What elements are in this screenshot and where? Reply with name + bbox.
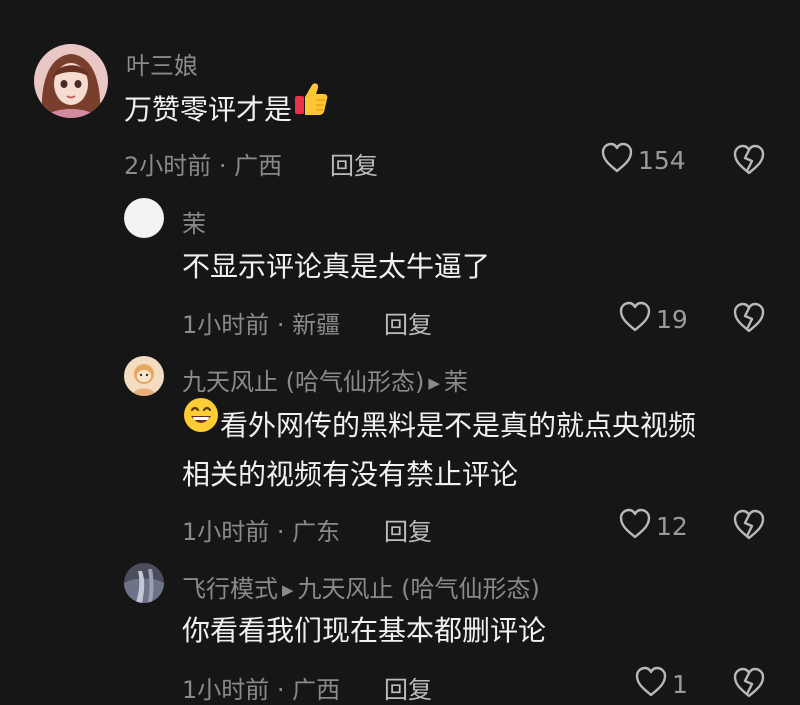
thumbs-up-icon (292, 83, 330, 138)
timestamp: 2小时前 (124, 152, 212, 180)
like-button[interactable]: 154 (600, 142, 686, 178)
location: 新疆 (292, 311, 341, 339)
username[interactable]: 飞行模式 ▶ 九天风止 (哈气仙形态) (182, 569, 540, 604)
username[interactable]: 九天风止 (哈气仙形态) ▶ 茉 (182, 362, 468, 397)
reply-button[interactable]: 回复 (330, 146, 378, 181)
username[interactable]: 茉 (182, 204, 206, 239)
like-count: 1 (672, 669, 688, 699)
like-count: 12 (656, 511, 688, 541)
username[interactable]: 叶三娘 (126, 46, 198, 81)
reply-arrow-icon: ▶ (282, 581, 294, 599)
comment-text: 你看看我们现在基本都删评论 (182, 614, 547, 647)
username-text: 飞行模式 (182, 575, 278, 603)
location: 广东 (292, 518, 341, 546)
like-button[interactable]: 12 (618, 508, 688, 544)
avatar[interactable] (124, 356, 164, 396)
username-text: 九天风止 (哈气仙形态) (182, 368, 425, 396)
dislike-button[interactable] (732, 144, 766, 180)
location: 广西 (234, 152, 283, 180)
timestamp: 1小时前 (182, 676, 270, 704)
dislike-button[interactable] (732, 509, 766, 545)
heart-icon (634, 666, 668, 702)
broken-heart-icon (733, 667, 765, 698)
timestamp: 1小时前 (182, 518, 270, 546)
comment-text: 万赞零评才是 (124, 83, 330, 138)
avatar[interactable] (34, 44, 108, 118)
reply-button[interactable]: 回复 (384, 305, 432, 340)
comment-text-line2: 相关的视频有没有禁止评论 (182, 458, 519, 491)
timestamp: 1小时前 (182, 311, 270, 339)
reply-to-user[interactable]: 九天风止 (哈气仙形态) (298, 575, 540, 603)
comment-text-content: 万赞零评才是 (124, 93, 293, 126)
heart-icon (618, 508, 652, 544)
broken-heart-icon (733, 302, 765, 333)
location: 广西 (292, 676, 341, 704)
comment-meta: 2小时前 · 广西 (124, 152, 283, 180)
reply-button[interactable]: 回复 (384, 512, 432, 547)
heart-icon (600, 142, 634, 178)
comment-text-line1: 看外网传的黑料是不是真的就点央视频 (220, 409, 697, 442)
like-button[interactable]: 1 (634, 666, 688, 702)
heart-icon (618, 301, 652, 337)
reply-button[interactable]: 回复 (384, 670, 432, 705)
avatar[interactable] (124, 563, 164, 603)
dislike-button[interactable] (732, 667, 766, 703)
like-count: 19 (656, 304, 688, 334)
avatar[interactable] (124, 198, 164, 238)
dislike-button[interactable] (732, 302, 766, 338)
like-count: 154 (638, 145, 686, 175)
reply-arrow-icon: ▶ (428, 374, 440, 392)
grinning-face-icon (182, 398, 220, 454)
comment-text: 不显示评论真是太牛逼了 (182, 250, 491, 283)
comment-text: 看外网传的黑料是不是真的就点央视频 (182, 398, 697, 454)
comment-meta: 1小时前 · 广东 (182, 518, 341, 546)
broken-heart-icon (733, 509, 765, 540)
like-button[interactable]: 19 (618, 301, 688, 337)
reply-to-user[interactable]: 茉 (444, 368, 468, 396)
comment-meta: 1小时前 · 新疆 (182, 311, 341, 339)
broken-heart-icon (733, 144, 765, 175)
comment-meta: 1小时前 · 广西 (182, 676, 341, 704)
